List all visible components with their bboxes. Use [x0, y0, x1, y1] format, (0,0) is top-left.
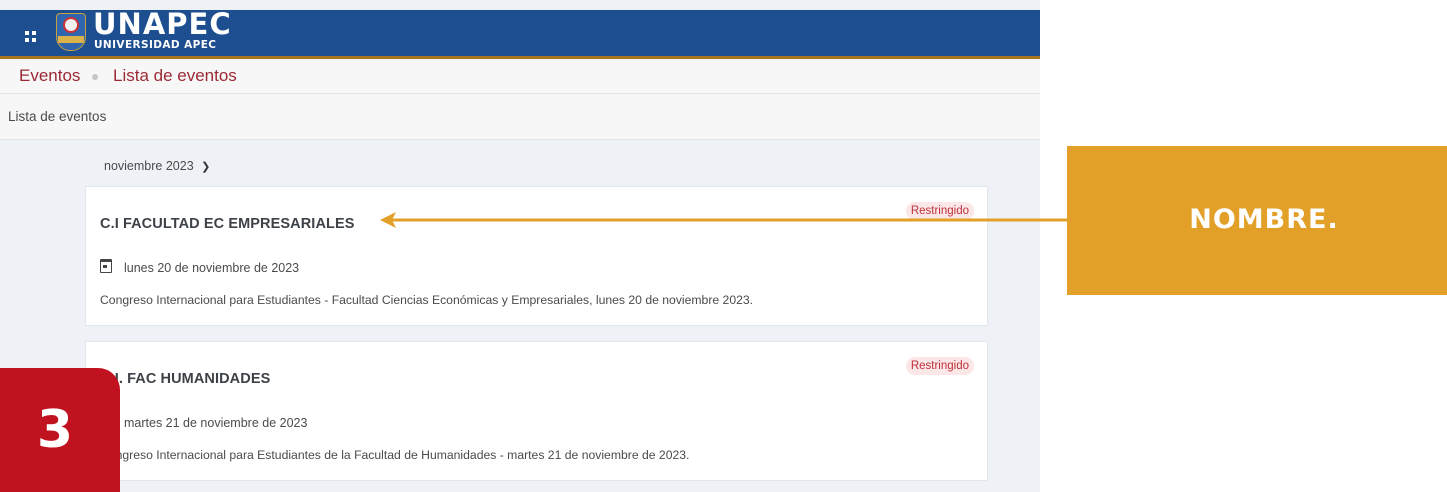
event-date-text: lunes 20 de noviembre de 2023 [124, 261, 300, 275]
university-seal-logo[interactable] [56, 13, 86, 51]
calendar-icon [100, 259, 112, 273]
event-title[interactable]: C.I FACULTAD EC EMPRESARIALES [100, 216, 355, 232]
page-header: Lista de eventos [0, 94, 1040, 140]
breadcrumb-separator [92, 74, 98, 80]
event-date: martes 21 de noviembre de 2023 [100, 414, 307, 430]
event-title[interactable]: C.I. FAC HUMANIDADES [100, 371, 270, 387]
app-window: UNAPEC UNIVERSIDAD APEC Eventos Lista de… [0, 0, 1040, 492]
month-filter-value: noviembre 2023 [104, 159, 194, 173]
event-date: lunes 20 de noviembre de 2023 [100, 259, 299, 275]
logo-wordmark[interactable]: UNAPEC [93, 10, 232, 39]
annotation-callout-label: NOMBRE. [1189, 204, 1339, 235]
page-title: Lista de eventos [8, 109, 107, 124]
event-card[interactable]: C.I FACULTAD EC EMPRESARIALES Restringid… [85, 186, 988, 326]
chevron-down-icon: ❯ [201, 161, 211, 173]
grid-menu-icon[interactable] [25, 31, 37, 43]
restricted-badge: Restringido [905, 357, 974, 375]
event-card[interactable]: C.I. FAC HUMANIDADES Restringido martes … [85, 341, 988, 481]
month-filter-dropdown[interactable]: noviembre 2023 ❯ [104, 158, 210, 175]
step-number-badge: 3 [0, 368, 120, 492]
event-description: Congreso Internacional para Estudiantes … [100, 448, 690, 462]
logo-subtitle: UNIVERSIDAD APEC [94, 39, 217, 51]
breadcrumb-eventos-link[interactable]: Eventos [19, 59, 80, 93]
breadcrumb: Eventos Lista de eventos [0, 59, 1040, 94]
event-date-text: martes 21 de noviembre de 2023 [124, 416, 308, 430]
pointer-arrow [380, 212, 1068, 228]
breadcrumb-lista-de-eventos-link[interactable]: Lista de eventos [113, 59, 237, 93]
annotation-callout: NOMBRE. [1067, 146, 1447, 295]
top-navigation-bar: UNAPEC UNIVERSIDAD APEC [0, 10, 1040, 59]
step-number: 3 [36, 400, 74, 460]
event-description: Congreso Internacional para Estudiantes … [100, 293, 754, 307]
